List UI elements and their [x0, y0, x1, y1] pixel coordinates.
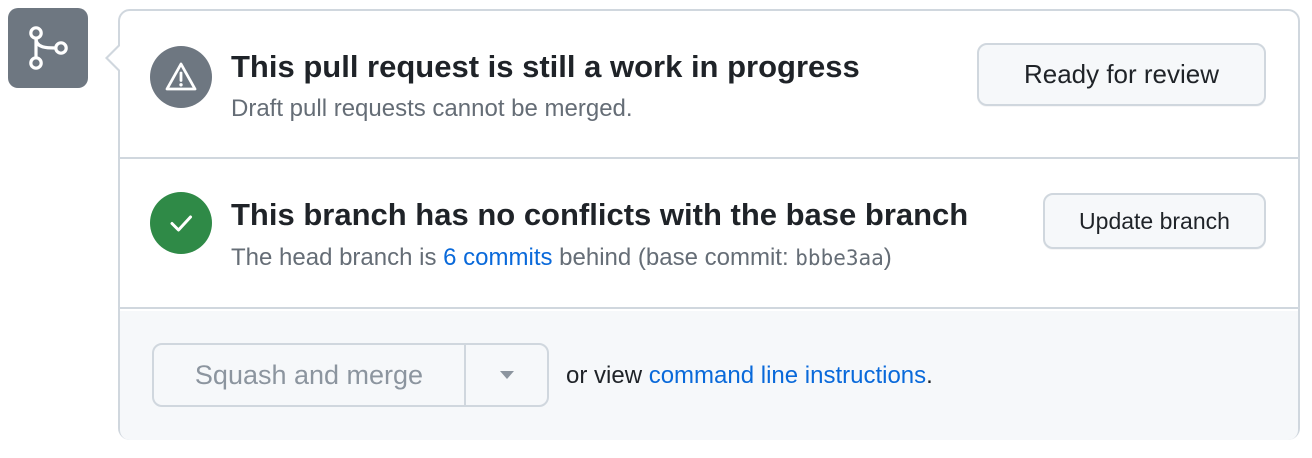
merge-actions-section: Squash and merge or view command line in… [120, 311, 1298, 440]
update-branch-button[interactable]: Update branch [1043, 193, 1266, 249]
merge-hint-prefix: or view [566, 362, 649, 389]
commits-behind-link[interactable]: 6 commits [443, 244, 552, 271]
branch-status-section: This branch has no conflicts with the ba… [120, 159, 1298, 309]
command-line-instructions-link[interactable]: command line instructions [649, 362, 926, 389]
draft-status-section: This pull request is still a work in pro… [120, 11, 1298, 159]
branch-subtitle-suffix: ) [883, 244, 892, 271]
base-commit-sha: bbbe3aa [795, 246, 884, 270]
git-branch-badge [8, 8, 88, 88]
squash-and-merge-button[interactable]: Squash and merge [154, 345, 466, 405]
merge-method-dropdown-button[interactable] [466, 345, 547, 405]
draft-subtitle: Draft pull requests cannot be merged. [231, 95, 633, 122]
branch-subtitle-middle: behind (base commit: [552, 244, 796, 271]
merge-split-button: Squash and merge [152, 343, 549, 407]
alert-status-badge [150, 46, 212, 108]
check-icon [170, 215, 192, 232]
ready-for-review-button[interactable]: Ready for review [977, 43, 1266, 106]
merge-hint: or view command line instructions. [566, 362, 933, 390]
branch-title: This branch has no conflicts with the ba… [231, 197, 969, 232]
alert-triangle-icon [165, 62, 197, 91]
branch-subtitle: The head branch is 6 commits behind (bas… [231, 244, 892, 272]
merge-box: This pull request is still a work in pro… [105, 9, 1300, 440]
merge-hint-suffix: . [926, 362, 933, 389]
branch-subtitle-prefix: The head branch is [231, 244, 444, 271]
git-branch-icon [29, 26, 68, 70]
triangle-down-icon [499, 371, 514, 379]
success-status-badge [150, 192, 212, 254]
draft-title: This pull request is still a work in pro… [231, 49, 860, 84]
